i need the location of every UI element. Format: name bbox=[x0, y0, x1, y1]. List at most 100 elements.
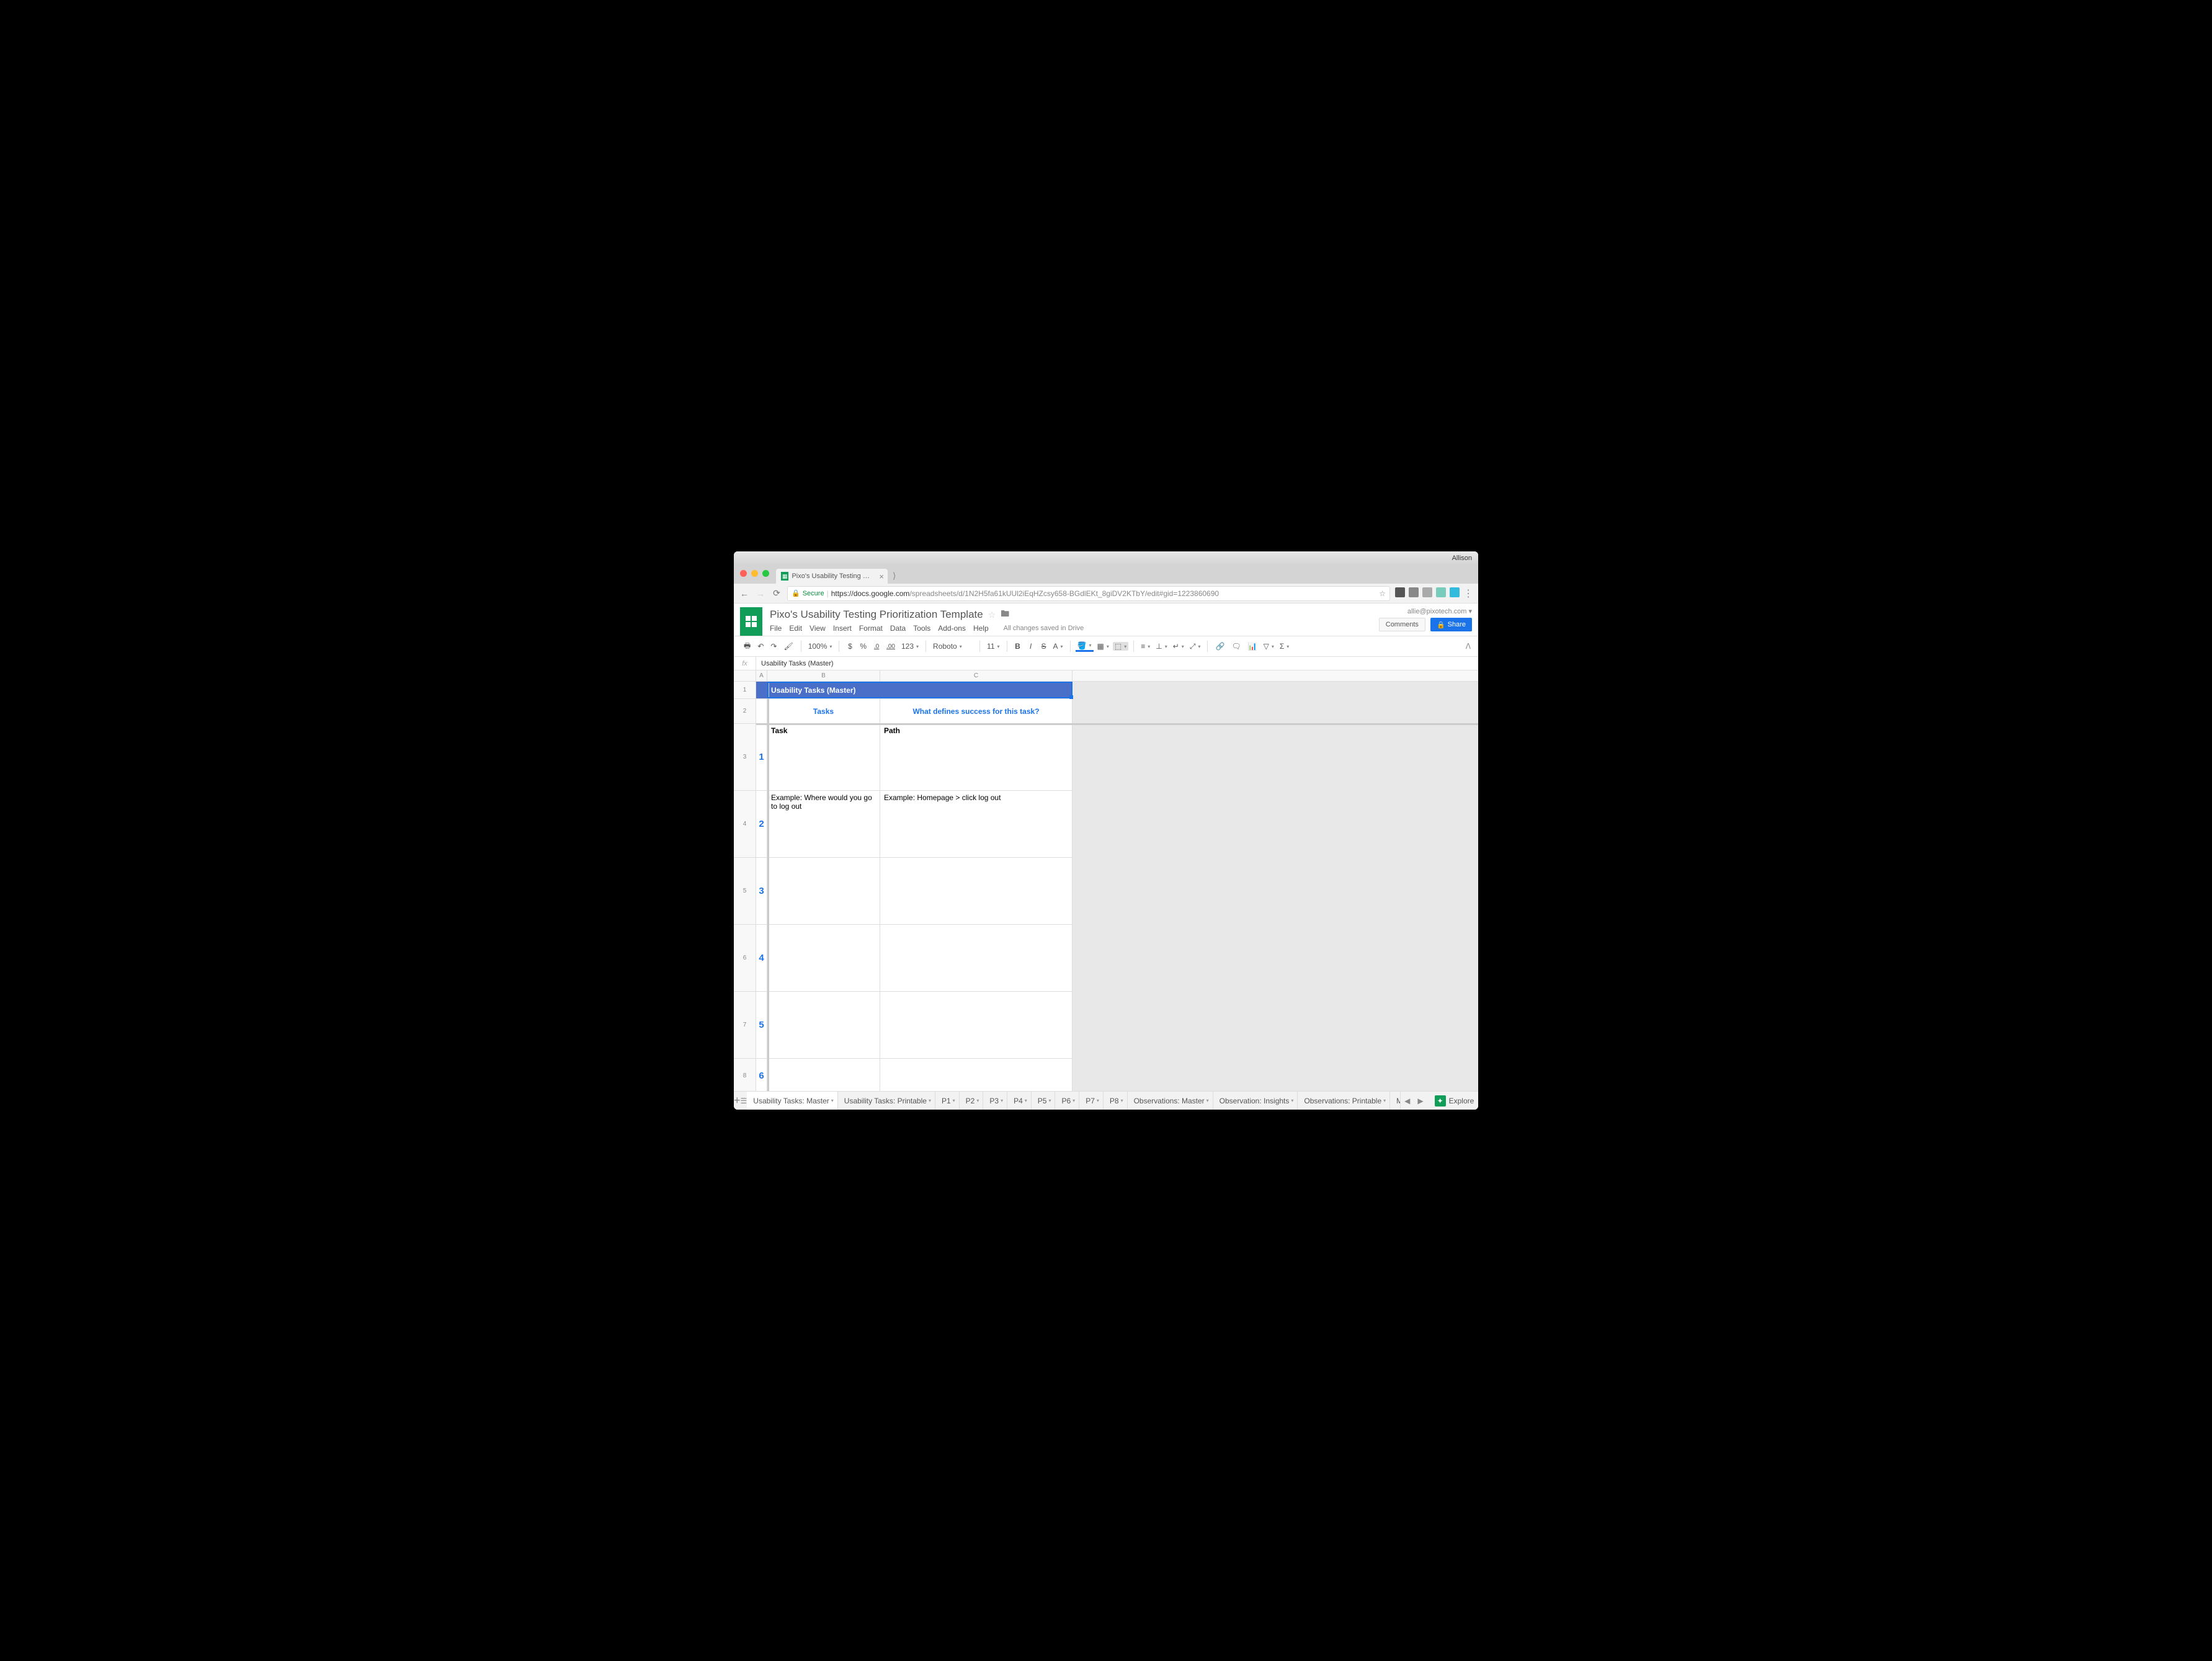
cell-c3[interactable]: Path bbox=[880, 724, 1073, 790]
chart-icon[interactable]: 📊 bbox=[1246, 640, 1260, 652]
cell-b3[interactable]: Task bbox=[767, 724, 880, 790]
menu-data[interactable]: Data bbox=[890, 624, 906, 633]
redo-icon[interactable]: ↷ bbox=[768, 640, 779, 652]
row-header[interactable]: 4 bbox=[734, 791, 756, 858]
functions-dropdown[interactable]: Σ bbox=[1278, 642, 1291, 651]
menu-help[interactable]: Help bbox=[973, 624, 989, 633]
cell-b4[interactable]: Example: Where would you go to log out bbox=[767, 791, 880, 857]
row-header[interactable]: 5 bbox=[734, 858, 756, 925]
cell-a8[interactable]: 6 bbox=[756, 1059, 767, 1091]
merge-dropdown[interactable]: ⬚ bbox=[1113, 642, 1128, 651]
share-button[interactable]: 🔒Share bbox=[1430, 618, 1472, 631]
cell-a1[interactable] bbox=[756, 688, 767, 693]
add-sheet-button[interactable]: + bbox=[734, 1094, 741, 1107]
close-tab-icon[interactable]: × bbox=[879, 572, 884, 581]
sheet-tab[interactable]: Observation: Insights▾ bbox=[1213, 1092, 1298, 1110]
cell-b5[interactable] bbox=[767, 858, 880, 924]
comment-icon[interactable]: 🗨 bbox=[1229, 640, 1243, 652]
cell-c8[interactable] bbox=[880, 1059, 1073, 1091]
sheet-tab[interactable]: Usability Tasks: Printable▾ bbox=[838, 1092, 935, 1110]
sheet-tab[interactable]: P5▾ bbox=[1032, 1092, 1056, 1110]
menu-edit[interactable]: Edit bbox=[789, 624, 802, 633]
menu-view[interactable]: View bbox=[809, 624, 826, 633]
cell-b7[interactable] bbox=[767, 992, 880, 1058]
row-header[interactable]: 2 bbox=[734, 699, 756, 724]
sheet-tab[interactable]: P6▾ bbox=[1055, 1092, 1079, 1110]
row-header[interactable]: 7 bbox=[734, 992, 756, 1059]
sheet-tab[interactable]: Usability Tasks: Master▾ bbox=[747, 1092, 838, 1110]
new-tab-button[interactable]: ⟩ bbox=[888, 568, 901, 584]
sheet-tab[interactable]: P1▾ bbox=[935, 1092, 960, 1110]
fill-color-dropdown[interactable]: 🪣 bbox=[1076, 641, 1094, 652]
menu-insert[interactable]: Insert bbox=[833, 624, 852, 633]
formula-input[interactable]: Usability Tasks (Master) bbox=[756, 660, 839, 667]
bold-button[interactable]: B bbox=[1012, 640, 1023, 652]
sheet-tab[interactable]: P8▾ bbox=[1104, 1092, 1128, 1110]
star-doc-icon[interactable]: ☆ bbox=[988, 610, 996, 620]
sheet-tab[interactable]: P4▾ bbox=[1007, 1092, 1032, 1110]
extension-icon[interactable] bbox=[1436, 587, 1446, 597]
scroll-tabs-left-icon[interactable]: ◀ bbox=[1401, 1097, 1414, 1105]
comments-button[interactable]: Comments bbox=[1379, 618, 1425, 631]
strike-button[interactable]: S bbox=[1038, 640, 1050, 652]
select-all-corner[interactable] bbox=[734, 670, 756, 681]
scroll-tabs-right-icon[interactable]: ▶ bbox=[1414, 1097, 1427, 1105]
paint-format-icon[interactable]: 🖌 bbox=[781, 640, 795, 652]
traffic-lights[interactable] bbox=[740, 570, 769, 577]
url-field[interactable]: 🔒 Secure | https://docs.google.com/sprea… bbox=[787, 586, 1390, 601]
col-header-a[interactable]: A bbox=[756, 670, 767, 681]
filter-dropdown[interactable]: ▽ bbox=[1262, 642, 1276, 651]
back-button[interactable]: ← bbox=[739, 589, 750, 599]
user-email[interactable]: allie@pixotech.com bbox=[1407, 608, 1467, 615]
chrome-menu-icon[interactable]: ⋮ bbox=[1463, 587, 1473, 600]
maximize-window-icon[interactable] bbox=[762, 570, 769, 577]
cell-merged-title[interactable]: Usability Tasks (Master) bbox=[767, 684, 1073, 697]
format-currency-button[interactable]: $ bbox=[844, 640, 855, 652]
v-align-dropdown[interactable]: ⊥ bbox=[1154, 642, 1169, 651]
italic-button[interactable]: I bbox=[1025, 640, 1037, 652]
explore-button[interactable]: ✦Explore bbox=[1427, 1095, 1478, 1107]
cell-a5[interactable]: 3 bbox=[756, 858, 767, 924]
font-dropdown[interactable]: Roboto bbox=[931, 642, 974, 651]
cell-b6[interactable] bbox=[767, 925, 880, 991]
bookmark-star-icon[interactable]: ☆ bbox=[1379, 589, 1386, 598]
sheet-tab[interactable]: P3▾ bbox=[983, 1092, 1007, 1110]
sheet-tab[interactable]: P7▾ bbox=[1079, 1092, 1104, 1110]
sheet-tab[interactable]: Matr bbox=[1390, 1092, 1401, 1110]
wrap-dropdown[interactable]: ↵ bbox=[1171, 642, 1186, 651]
extension-icon[interactable] bbox=[1422, 587, 1432, 597]
extension-icon[interactable] bbox=[1450, 587, 1460, 597]
collapse-toolbar-icon[interactable]: ᐱ bbox=[1466, 642, 1471, 651]
sheets-logo-icon[interactable] bbox=[740, 607, 762, 636]
format-percent-button[interactable]: % bbox=[857, 640, 869, 652]
cell-a6[interactable]: 4 bbox=[756, 925, 767, 991]
cell-a2[interactable] bbox=[756, 699, 767, 724]
close-window-icon[interactable] bbox=[740, 570, 747, 577]
extension-icon[interactable] bbox=[1409, 587, 1419, 597]
sheet-tab[interactable]: P2▾ bbox=[960, 1092, 984, 1110]
undo-icon[interactable]: ↶ bbox=[755, 640, 766, 652]
frozen-row-line[interactable] bbox=[756, 723, 1478, 725]
cell-c2[interactable]: What defines success for this task? bbox=[880, 699, 1073, 724]
sheet-tab[interactable]: Observations: Printable▾ bbox=[1298, 1092, 1390, 1110]
move-folder-icon[interactable]: 🖿 bbox=[1001, 607, 1009, 622]
text-color-dropdown[interactable]: A bbox=[1051, 642, 1065, 651]
grid-area[interactable]: Usability Tasks (Master) Tasks What defi… bbox=[756, 682, 1478, 1091]
decrease-decimal-button[interactable]: .0 bbox=[871, 641, 882, 652]
cell-a4[interactable]: 2 bbox=[756, 791, 767, 857]
row-header[interactable]: 1 bbox=[734, 682, 756, 699]
cell-c7[interactable] bbox=[880, 992, 1073, 1058]
more-formats-dropdown[interactable]: 123 bbox=[899, 642, 921, 651]
zoom-dropdown[interactable]: 100% bbox=[806, 642, 834, 651]
sheet-tab[interactable]: Observations: Master▾ bbox=[1128, 1092, 1213, 1110]
increase-decimal-button[interactable]: .00 bbox=[884, 641, 898, 652]
borders-dropdown[interactable]: ▦ bbox=[1095, 642, 1111, 651]
doc-title[interactable]: Pixo's Usability Testing Prioritization … bbox=[770, 608, 983, 621]
browser-tab[interactable]: ▦ Pixo's Usability Testing Prioriti × bbox=[776, 569, 888, 584]
cell-a3[interactable]: 1 bbox=[756, 724, 767, 790]
cell-c5[interactable] bbox=[880, 858, 1073, 924]
all-sheets-button[interactable]: ☰ bbox=[741, 1097, 747, 1105]
link-icon[interactable]: 🔗 bbox=[1213, 640, 1227, 652]
reload-button[interactable]: ⟳ bbox=[771, 588, 782, 599]
cell-b2[interactable]: Tasks bbox=[767, 699, 880, 724]
